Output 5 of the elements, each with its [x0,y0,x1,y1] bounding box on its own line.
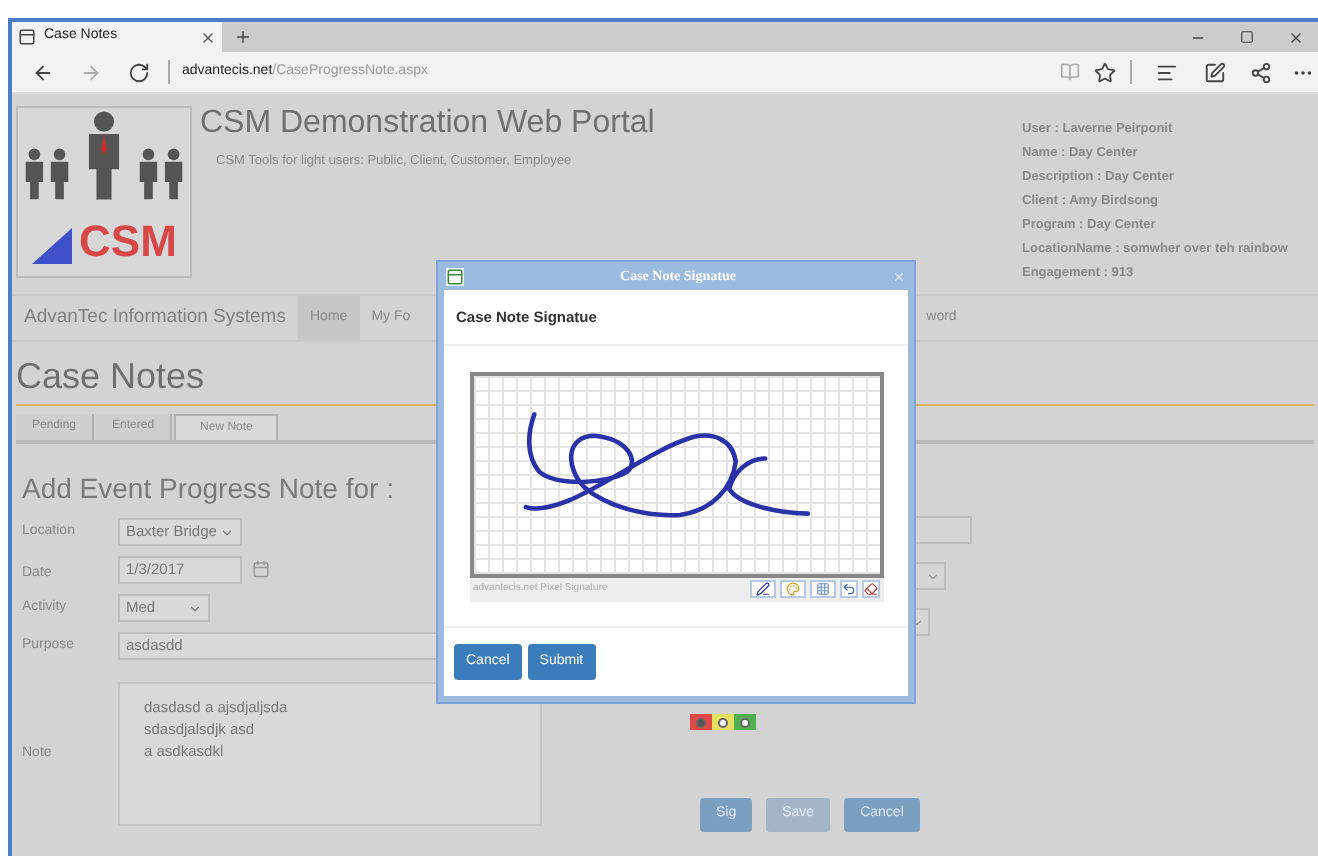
form-heading: Add Event Progress Note for : [22,472,396,504]
brand-name: AdvanTec Information Systems [24,303,288,332]
page-title: Case Notes [16,356,207,396]
site-title: CSM Demonstration Web Portal [200,106,655,142]
logo-text: CSM [79,220,177,264]
